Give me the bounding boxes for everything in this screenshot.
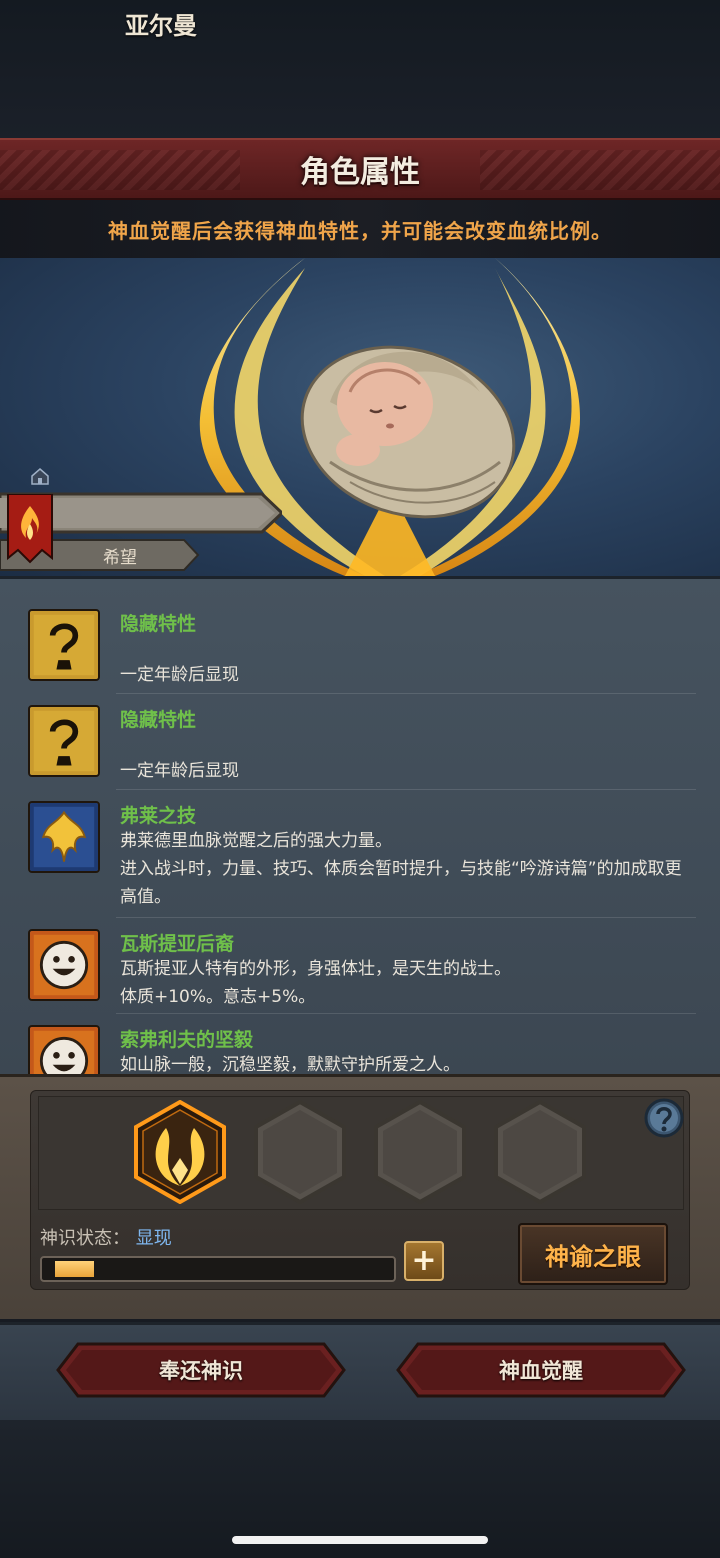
- trait-name: 隐藏特性: [120, 613, 197, 635]
- blood-awaken-button[interactable]: 神血觉醒: [396, 1342, 686, 1398]
- character-name: 亚尔曼: [125, 11, 197, 40]
- divine-progress-bar: [40, 1256, 396, 1282]
- divider: [116, 917, 696, 918]
- add-button[interactable]: +: [404, 1241, 444, 1281]
- divine-slot-active[interactable]: [132, 1100, 228, 1204]
- divine-status-label: 神识状态：: [40, 1228, 130, 1249]
- divine-slot-empty[interactable]: [492, 1100, 588, 1204]
- help-question-icon[interactable]: [643, 1097, 685, 1139]
- notice-bar: 神血觉醒后会获得神血特性，并可能会改变血统比例。: [0, 200, 720, 258]
- return-divine-label: 奉还神识: [159, 1359, 243, 1383]
- divider: [116, 1013, 696, 1014]
- question-mark-icon: [28, 609, 100, 681]
- trait-description: 一定年龄后显现: [120, 665, 239, 685]
- trait-name: 瓦斯提亚后裔: [120, 933, 235, 955]
- divider: [116, 789, 696, 790]
- flame-banner-icon: [7, 494, 53, 564]
- blood-awaken-label: 神血觉醒: [499, 1359, 583, 1383]
- trait-name: 弗莱之技: [120, 805, 197, 827]
- traits-list[interactable]: 隐藏特性 一定年龄后显现 隐藏特性 一定年龄后显现 弗莱之技 弗莱德里血脉觉醒之…: [0, 576, 720, 1076]
- return-divine-button[interactable]: 奉还神识: [56, 1342, 346, 1398]
- swaddled-baby-portrait: [300, 345, 516, 519]
- home-icon[interactable]: [30, 466, 50, 486]
- home-indicator[interactable]: [232, 1536, 488, 1544]
- smiley-face-icon: [28, 929, 100, 1001]
- divine-status-value: 显现: [135, 1228, 172, 1249]
- trait-description: 一定年龄后显现: [120, 761, 239, 781]
- trait-name: 索弗利夫的坚毅: [120, 1029, 254, 1051]
- divine-status: 神识状态： 显现: [40, 1224, 172, 1250]
- divider: [116, 693, 696, 694]
- question-mark-icon: [28, 705, 100, 777]
- trait-description: 如山脉一般，沉稳坚毅，默默守护所爱之人。: [120, 1055, 460, 1075]
- title-bar: 角色属性: [0, 138, 720, 200]
- trait-name: 隐藏特性: [120, 709, 197, 731]
- oracle-eye-button[interactable]: 神谕之眼: [518, 1223, 668, 1285]
- page-title: 角色属性: [300, 155, 420, 190]
- golden-crest-icon: [28, 801, 100, 873]
- trait-description: 弗莱德里血脉觉醒之后的强大力量。: [120, 831, 392, 851]
- character-title: 希望: [103, 547, 137, 568]
- smiley-face-icon: [28, 1025, 100, 1076]
- trait-description: 瓦斯提亚人特有的外形，身强体壮，是天生的战士。: [120, 959, 511, 979]
- trait-description-detail: 体质+10%。意志+5%。: [120, 987, 316, 1007]
- divine-progress-fill: [55, 1261, 94, 1277]
- notice-text: 神血觉醒后会获得神血特性，并可能会改变血统比例。: [108, 218, 612, 243]
- divine-slot-empty[interactable]: [372, 1100, 468, 1204]
- trait-description-detail: 进入战斗时，力量、技巧、体质会暂时提升，与技能“吟游诗篇”的加成取更高值。: [120, 859, 682, 907]
- divine-slot-empty[interactable]: [252, 1100, 348, 1204]
